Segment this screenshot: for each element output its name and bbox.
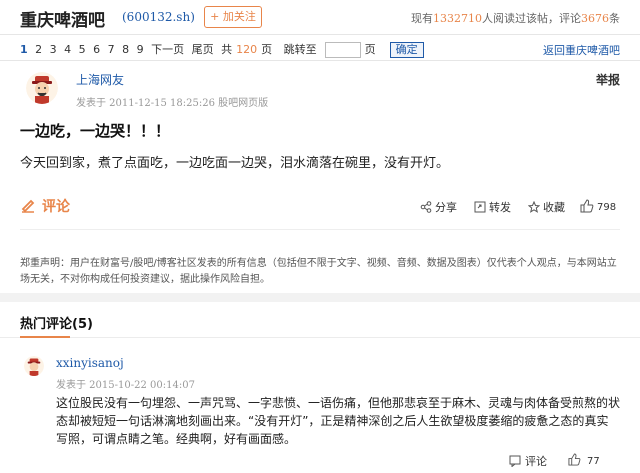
avatar-caishen-icon[interactable]	[24, 356, 44, 376]
next-page-link[interactable]: 下一页	[151, 43, 184, 56]
hot-title-text: 热门评论	[20, 317, 73, 332]
total-pages: 共 120 页	[221, 43, 276, 56]
post-title: 一边吃，一边哭！！！	[20, 122, 171, 140]
page-2[interactable]: 2	[35, 43, 42, 56]
collect-button[interactable]: 收藏	[527, 199, 565, 215]
comment-time: 发表于 2015-10-22 00:14:07	[56, 380, 195, 391]
total-prefix: 共	[221, 43, 233, 56]
tab-underline	[20, 336, 70, 338]
collect-label: 收藏	[543, 201, 565, 214]
last-page-link[interactable]: 尾页	[192, 43, 214, 56]
back-to-forum-link[interactable]: 返回重庆啤酒吧	[543, 42, 620, 58]
forum-title[interactable]: 重庆啤酒吧	[20, 6, 105, 31]
confirm-button[interactable]: 确定	[389, 42, 424, 58]
divider	[0, 337, 640, 338]
hot-comments-title: 热门评论(5)	[20, 313, 93, 332]
follow-button[interactable]: + 加关注	[204, 6, 262, 28]
forward-label: 转发	[489, 201, 511, 214]
divider	[0, 60, 640, 61]
section-separator	[0, 293, 640, 302]
stats-mid: 人阅读过该帖，评论	[482, 12, 581, 25]
disclaimer: 郑重声明：用户在财富号/股吧/博客社区发表的所有信息（包括但不限于文字、视频、音…	[20, 258, 617, 285]
jump-label: 跳转至	[283, 43, 317, 56]
jump-suffix: 页	[364, 43, 376, 56]
avatar-caishen-icon[interactable]	[26, 72, 58, 104]
total-count: 120	[236, 43, 258, 56]
comment-button[interactable]: 评论	[20, 196, 70, 216]
page-6[interactable]: 6	[93, 43, 100, 56]
page-5[interactable]: 5	[79, 43, 86, 56]
report-button[interactable]: 举报	[596, 71, 620, 88]
post-stats: 现有1332710人阅读过该帖，评论3676条	[411, 10, 620, 26]
comment-icon	[509, 455, 521, 468]
pen-icon	[21, 199, 35, 213]
comment-like-count: 77	[587, 456, 600, 467]
reader-count: 1332710	[433, 12, 482, 25]
post-author[interactable]: 上海网友	[76, 71, 124, 88]
jump-page-input[interactable]	[324, 42, 361, 58]
page-1[interactable]: 1	[20, 43, 28, 56]
total-suffix: 页	[261, 43, 273, 56]
thumb-up-icon	[568, 453, 581, 466]
pagination: 1 2 3 4 5 6 7 8 9 下一页 尾页 共 120 页 跳转至页确定	[20, 41, 428, 58]
comment-count: 3676	[581, 12, 609, 25]
share-label: 分享	[435, 201, 457, 214]
page-8[interactable]: 8	[122, 43, 129, 56]
thumb-up-icon	[580, 199, 594, 213]
reply-label: 评论	[525, 455, 547, 468]
star-icon	[527, 200, 541, 213]
comment-body: 这位股民没有一句埋怨、一声咒骂、一字悲愤、一语伤痛，但他那悲哀至于麻木、灵魂与肉…	[56, 396, 621, 446]
stats-prefix: 现有	[411, 12, 433, 25]
stock-code[interactable]: (600132.sh)	[122, 10, 195, 24]
forward-button[interactable]: 转发	[474, 199, 511, 215]
hot-count: (5)	[72, 317, 93, 332]
like-count: 798	[597, 202, 617, 213]
divider	[20, 229, 620, 230]
page-4[interactable]: 4	[64, 43, 71, 56]
stats-suffix: 条	[609, 12, 620, 25]
like-button[interactable]: 798	[580, 199, 616, 213]
comment-label: 评论	[42, 199, 70, 215]
share-button[interactable]: 分享	[420, 199, 457, 215]
comment-like-button[interactable]: 77	[568, 453, 600, 467]
comment-author[interactable]: xxinyisanoj	[56, 356, 124, 370]
forward-icon	[474, 201, 486, 213]
share-icon	[420, 201, 432, 213]
page-7[interactable]: 7	[108, 43, 115, 56]
page-3[interactable]: 3	[50, 43, 57, 56]
post-body: 今天回到家，煮了点面吃，一边吃面一边哭，泪水滴落在碗里，没有开灯。	[20, 156, 450, 171]
reply-button[interactable]: 评论	[509, 453, 547, 469]
post-time: 发表于 2011-12-15 18:25:26 股吧网页版	[76, 98, 269, 109]
page-9[interactable]: 9	[137, 43, 144, 56]
